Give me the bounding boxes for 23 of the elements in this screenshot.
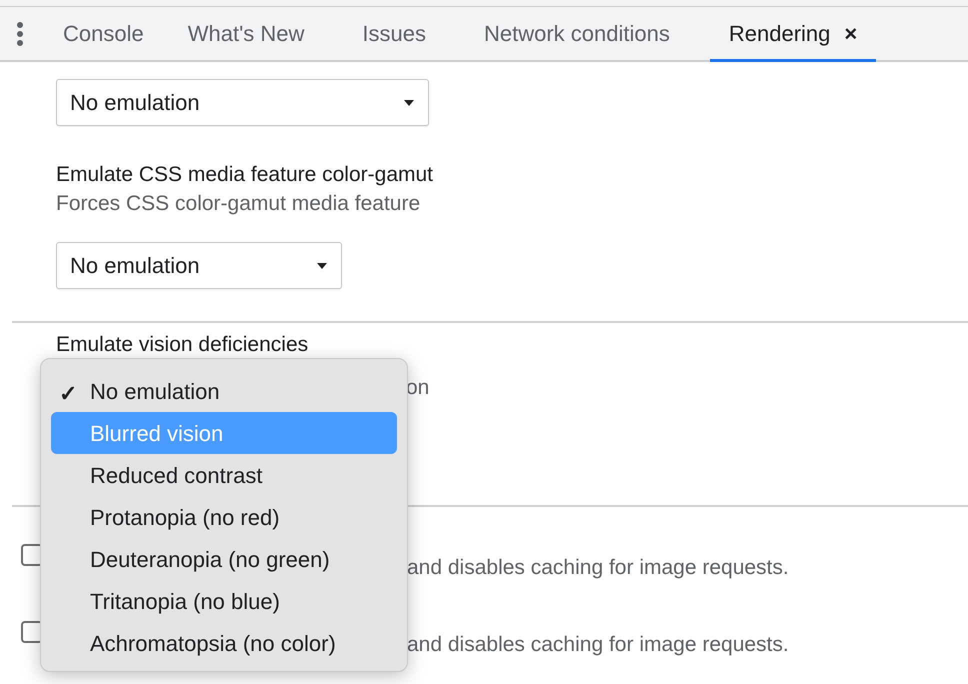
setting-title: Emulate vision deficiencies: [56, 333, 308, 356]
menu-item[interactable]: Deuteranopia (no green): [51, 538, 397, 580]
tab[interactable]: Console: [63, 7, 144, 62]
menu-item[interactable]: ✓ No emulation: [51, 370, 397, 412]
dropdown-select[interactable]: No emulation: [56, 242, 342, 289]
menu-item[interactable]: Protanopia (no red): [51, 496, 397, 538]
dropdown-select[interactable]: No emulation: [56, 79, 429, 126]
setting-description: Forces CSS color-gamut media feature: [56, 191, 422, 217]
menu-item[interactable]: Tritanopia (no blue): [51, 580, 397, 622]
more-options-icon[interactable]: [16, 20, 24, 46]
option-description: and disables caching for image requests.: [407, 555, 789, 582]
menu-item[interactable]: Achromatopsia (no color): [51, 622, 397, 664]
close-icon[interactable]: ×: [844, 16, 858, 50]
dropdown-caret-icon: [317, 262, 327, 268]
setting-title: Emulate CSS media feature color-gamut: [56, 162, 434, 188]
tab[interactable]: Rendering ×: [710, 7, 876, 62]
tab[interactable]: Network conditions: [484, 7, 670, 62]
dropdown-caret-icon: [404, 100, 414, 106]
check-icon: ✓: [59, 377, 77, 410]
tab[interactable]: Issues: [362, 7, 426, 62]
option-description: and disables caching for image requests.: [407, 632, 789, 658]
menu-item[interactable]: Reduced contrast: [51, 454, 397, 496]
tab[interactable]: What's New: [188, 7, 304, 62]
